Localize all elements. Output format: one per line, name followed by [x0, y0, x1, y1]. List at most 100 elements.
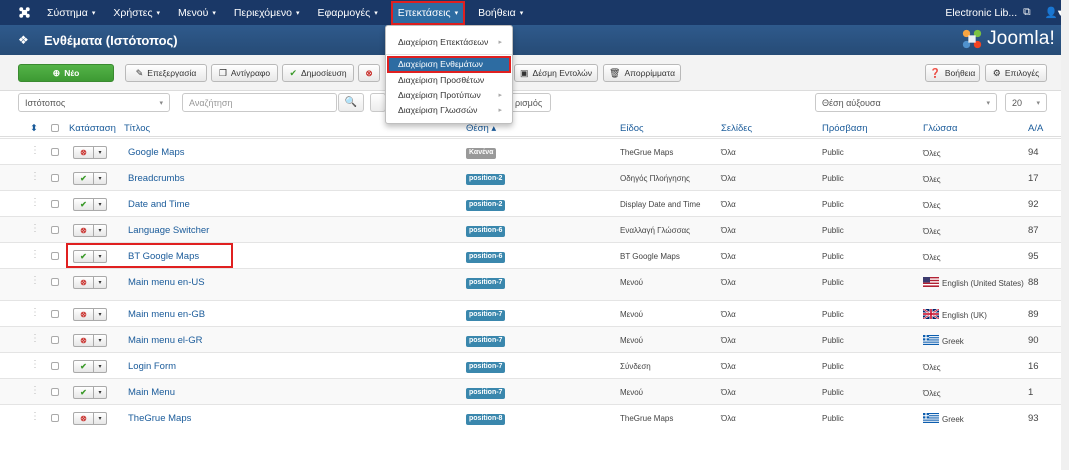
module-title-link[interactable]: Main menu en-US	[128, 277, 205, 288]
published-check-icon[interactable]: ✔	[73, 386, 94, 399]
row-checkbox[interactable]	[51, 278, 59, 286]
copy-button[interactable]: ❐ Αντίγραφο	[211, 64, 278, 82]
help-button[interactable]: ❓ Βοήθεια	[925, 64, 980, 82]
menu-extensions[interactable]: Επεκτάσεις ▾	[390, 0, 466, 25]
drag-handle-icon[interactable]: ⋮	[30, 411, 40, 422]
position-column-header[interactable]: Θέση ▴	[466, 123, 496, 134]
status-toggle[interactable]: ⊗ ▾	[73, 276, 108, 289]
new-button[interactable]: ⊕ Νέο	[18, 64, 114, 82]
row-checkbox[interactable]	[51, 336, 59, 344]
id-column-header[interactable]: A/A	[1028, 123, 1043, 134]
ordering-column-header[interactable]: ⬍	[30, 123, 38, 134]
menu-system[interactable]: Σύστημα ▾	[44, 3, 98, 23]
status-dropdown-caret-icon[interactable]: ▾	[94, 172, 107, 185]
menu-item-language-manager[interactable]: Διαχείριση Γλωσσών ▸	[386, 104, 512, 117]
publish-button[interactable]: ✔ Δημοσίευση	[282, 64, 354, 82]
module-title-link[interactable]: Breadcrumbs	[128, 173, 185, 184]
row-checkbox[interactable]	[51, 174, 59, 182]
status-toggle[interactable]: ✔ ▾	[73, 386, 108, 399]
row-checkbox[interactable]	[51, 200, 59, 208]
row-checkbox[interactable]	[51, 252, 59, 260]
row-checkbox[interactable]	[51, 148, 59, 156]
module-title-link[interactable]: Language Switcher	[128, 225, 209, 236]
clear-button[interactable]: ρισμός	[513, 93, 551, 112]
status-toggle[interactable]: ⊗ ▾	[73, 334, 108, 347]
unpublished-x-icon[interactable]: ⊗	[73, 412, 94, 425]
batch-button[interactable]: ▣ Δέσμη Εντολών	[514, 64, 598, 82]
edit-button[interactable]: ✎ Επεξεργασία	[125, 64, 207, 82]
external-link-icon[interactable]: ⧉	[1023, 6, 1031, 19]
status-dropdown-caret-icon[interactable]: ▾	[94, 224, 107, 237]
status-dropdown-caret-icon[interactable]: ▾	[94, 198, 107, 211]
type-column-header[interactable]: Είδος	[620, 123, 644, 134]
drag-handle-icon[interactable]: ⋮	[30, 385, 40, 396]
menu-users[interactable]: Χρήστες ▾	[110, 3, 163, 23]
page-scrollbar[interactable]	[1061, 0, 1069, 470]
row-checkbox[interactable]	[51, 362, 59, 370]
sort-select[interactable]: Θέση αύξουσα ▾	[815, 93, 997, 112]
status-toggle[interactable]: ⊗ ▾	[73, 224, 108, 237]
drag-handle-icon[interactable]: ⋮	[30, 197, 40, 208]
unpublished-x-icon[interactable]: ⊗	[73, 224, 94, 237]
published-check-icon[interactable]: ✔	[73, 198, 94, 211]
unpublished-x-icon[interactable]: ⊗	[73, 308, 94, 321]
module-title-link[interactable]: Main Menu	[128, 387, 175, 398]
module-title-link[interactable]: Main menu en-GB	[128, 309, 205, 320]
status-toggle[interactable]: ✔ ▾	[73, 198, 108, 211]
client-select[interactable]: Ιστότοπος ▾	[18, 93, 170, 112]
search-tools-button[interactable]	[370, 93, 386, 112]
unpublished-x-icon[interactable]: ⊗	[73, 146, 94, 159]
title-column-header[interactable]: Τίτλος	[124, 123, 150, 134]
limit-select[interactable]: 20 ▾	[1005, 93, 1047, 112]
menu-help[interactable]: Βοήθεια ▾	[475, 3, 526, 23]
published-check-icon[interactable]: ✔	[73, 172, 94, 185]
menu-components[interactable]: Εφαρμογές ▾	[314, 3, 380, 23]
menu-item-extension-manager[interactable]: Διαχείριση Επεκτάσεων ▸	[386, 36, 512, 49]
search-input[interactable]: Αναζήτηση	[182, 93, 337, 112]
row-checkbox[interactable]	[51, 226, 59, 234]
status-toggle[interactable]: ⊗ ▾	[73, 146, 108, 159]
unpublished-x-icon[interactable]: ⊗	[73, 276, 94, 289]
drag-handle-icon[interactable]: ⋮	[30, 359, 40, 370]
select-all-checkbox[interactable]	[51, 124, 59, 132]
status-dropdown-caret-icon[interactable]: ▾	[94, 412, 107, 425]
status-dropdown-caret-icon[interactable]: ▾	[94, 360, 107, 373]
row-checkbox[interactable]	[51, 414, 59, 422]
module-title-link[interactable]: Date and Time	[128, 199, 190, 210]
module-title-link[interactable]: Main menu el-GR	[128, 335, 202, 346]
status-toggle[interactable]: ✔ ▾	[73, 172, 108, 185]
drag-handle-icon[interactable]: ⋮	[30, 333, 40, 344]
drag-handle-icon[interactable]: ⋮	[30, 145, 40, 156]
status-dropdown-caret-icon[interactable]: ▾	[94, 276, 107, 289]
drag-handle-icon[interactable]: ⋮	[30, 275, 40, 286]
site-name-link[interactable]: Electronic Lib...	[945, 7, 1017, 19]
status-dropdown-caret-icon[interactable]: ▾	[94, 386, 107, 399]
module-title-link[interactable]: TheGrue Maps	[128, 413, 191, 424]
row-checkbox[interactable]	[51, 388, 59, 396]
status-dropdown-caret-icon[interactable]: ▾	[94, 146, 107, 159]
status-toggle[interactable]: ⊗ ▾	[73, 308, 108, 321]
unpublish-button[interactable]: ⊗	[358, 64, 380, 82]
row-checkbox[interactable]	[51, 310, 59, 318]
menu-item-plugin-manager[interactable]: Διαχείριση Προσθέτων	[386, 74, 512, 87]
language-column-header[interactable]: Γλώσσα	[923, 123, 957, 134]
search-button[interactable]: 🔍	[338, 93, 364, 112]
status-toggle[interactable]: ⊗ ▾	[73, 412, 108, 425]
drag-handle-icon[interactable]: ⋮	[30, 171, 40, 182]
drag-handle-icon[interactable]: ⋮	[30, 249, 40, 260]
menu-item-template-manager[interactable]: Διαχείριση Προτύπων ▸	[386, 89, 512, 102]
pages-column-header[interactable]: Σελίδες	[721, 123, 752, 134]
drag-handle-icon[interactable]: ⋮	[30, 223, 40, 234]
trash-button[interactable]: 🗑 Απορρίμματα	[603, 64, 681, 82]
module-title-link[interactable]: Login Form	[128, 361, 176, 372]
drag-handle-icon[interactable]: ⋮	[30, 307, 40, 318]
status-column-header[interactable]: Κατάσταση	[69, 123, 116, 134]
status-toggle[interactable]: ✔ ▾	[73, 360, 108, 373]
access-column-header[interactable]: Πρόσβαση	[822, 123, 868, 134]
options-button[interactable]: ⚙ Επιλογές	[985, 64, 1047, 82]
published-check-icon[interactable]: ✔	[73, 360, 94, 373]
unpublished-x-icon[interactable]: ⊗	[73, 334, 94, 347]
menu-content[interactable]: Περιεχόμενο ▾	[231, 3, 303, 23]
module-title-link[interactable]: Google Maps	[128, 147, 185, 158]
status-dropdown-caret-icon[interactable]: ▾	[94, 308, 107, 321]
